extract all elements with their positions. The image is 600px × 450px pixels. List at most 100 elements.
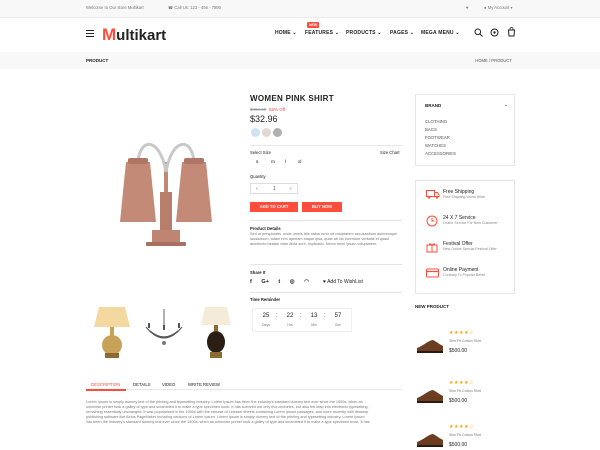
account-label: My Account: [487, 5, 510, 10]
account-menu[interactable]: ● My Account ▾: [484, 5, 513, 10]
size-m[interactable]: m: [271, 160, 275, 165]
share-label: Share It: [250, 270, 266, 275]
product-price: $500.00: [449, 398, 468, 404]
timer-seconds: 57: [334, 313, 342, 319]
breadcrumb: PRODUCT HOME / PRODUCT: [0, 52, 600, 69]
services-box: Free Shipping Free Shipping World Wide 2…: [415, 180, 515, 294]
wishlist-link[interactable]: ♥ Add To WishList: [323, 279, 363, 285]
chevron-down-icon: ⌄: [377, 30, 382, 36]
divider: [250, 264, 402, 265]
new-product-item[interactable]: ★★★★☆ Slim Fit Cotton Shirt $500.00: [415, 330, 515, 370]
service-festival-offer: Festival Offer New Online Special Festiv…: [426, 241, 512, 261]
service-24x7: 24 X 7 Service Online Service For New Cu…: [426, 215, 512, 235]
nav-products[interactable]: PRODUCTS ⌄: [346, 30, 382, 36]
heart-icon[interactable]: ♥: [466, 5, 469, 10]
buy-now-button[interactable]: BUY NOW: [302, 202, 342, 212]
size-chart-link[interactable]: Size Chart: [380, 150, 400, 155]
nav-home[interactable]: HOME ⌄: [275, 30, 297, 36]
timer-colon: :: [276, 313, 278, 319]
user-icon: ●: [484, 5, 487, 10]
new-product-item[interactable]: ★★★★☆ Slim Fit Cotton Shirt $500.00: [415, 424, 515, 450]
service-online-payment: Online Payment Contrary To Popular Belie…: [426, 267, 512, 287]
phone-text: ☎ Call Us: 123 - 456 - 7890: [168, 5, 221, 10]
active-tab-indicator: [86, 389, 126, 391]
description-text: Lorem Ipsum is simply dummy text of the …: [86, 400, 402, 425]
brand-item-clothing[interactable]: CLOTHING: [425, 119, 447, 124]
tab-write-review[interactable]: WRITE REVIEW: [188, 382, 220, 387]
minus-icon[interactable]: ‹: [256, 186, 258, 192]
description-line: has been the industry's standard dummy t…: [86, 420, 370, 424]
brand-item-bags[interactable]: BAGS: [425, 127, 437, 132]
size-s[interactable]: s: [256, 160, 258, 165]
service-subtitle: Online Service For New Customer: [443, 221, 498, 225]
product-price: $32.96: [250, 114, 278, 124]
top-bar: Welcome to Our store Multikart ☎ Call Us…: [0, 0, 600, 18]
welcome-text: Welcome to Our store Multikart: [86, 5, 144, 10]
logo-mark: M: [102, 25, 117, 44]
tab-description[interactable]: DESCRIPTION: [91, 382, 120, 387]
brand-filter: BRAND ⌄ CLOTHING BAGS FOOTWEAR WATCHES A…: [415, 94, 515, 166]
google-plus-icon[interactable]: G+: [261, 279, 269, 285]
thumbnail-golden-lamp[interactable]: [86, 297, 138, 367]
truck-icon: [426, 190, 440, 199]
brand-title: BRAND: [425, 103, 442, 108]
gear-icon[interactable]: [490, 28, 499, 37]
plus-icon[interactable]: ›: [290, 186, 292, 192]
product-name: Slim Fit Cotton Shirt: [449, 339, 481, 343]
share-icons: f G+ t ◎ ◠: [250, 279, 309, 285]
tab-video[interactable]: VIDEO: [162, 382, 175, 387]
rss-icon[interactable]: ◠: [304, 279, 309, 285]
service-free-shipping: Free Shipping Free Shipping World Wide: [426, 189, 512, 209]
brand-item-footwear[interactable]: FOOTWEAR: [425, 135, 450, 140]
timer-hours-unit: Hrs: [287, 323, 293, 327]
logo[interactable]: Multikart: [102, 25, 166, 45]
new-product-title: NEW PRODUCT: [415, 304, 449, 309]
size-xl[interactable]: xl: [298, 160, 301, 165]
menu-icon[interactable]: [86, 30, 94, 39]
add-to-cart-button[interactable]: ADD TO CART: [250, 202, 298, 212]
breadcrumb-path[interactable]: HOME / PRODUCT: [475, 58, 512, 63]
service-subtitle: Free Shipping World Wide: [443, 195, 485, 199]
nav-pages[interactable]: PAGES ⌄: [390, 30, 414, 36]
chevron-down-icon: ⌄: [409, 30, 415, 36]
chevron-down-icon[interactable]: ⌄: [504, 102, 508, 108]
timer-minutes: 13: [310, 313, 318, 319]
page-title: PRODUCT: [86, 58, 109, 63]
color-swatch-grey[interactable]: [273, 128, 282, 137]
phone-label: Call Us: 123 - 456 - 7890: [174, 5, 221, 10]
product-price: $500.00: [449, 442, 468, 448]
heart-icon: ♥: [323, 279, 326, 285]
logo-text: ultikart: [116, 27, 167, 44]
shoe-image: [417, 390, 443, 403]
instagram-icon[interactable]: ◎: [290, 279, 295, 285]
thumbnail-chandelier[interactable]: [138, 297, 190, 367]
twitter-icon[interactable]: t: [278, 279, 280, 285]
facebook-icon[interactable]: f: [250, 279, 252, 285]
brand-item-accessories[interactable]: ACCESSORIES: [425, 151, 456, 156]
search-icon[interactable]: [474, 28, 483, 37]
phone-icon: ☎: [168, 5, 174, 10]
wishlist-label: Add To WishList: [327, 279, 363, 285]
tab-details[interactable]: DETAILS: [133, 382, 151, 387]
product-main-image: [90, 92, 242, 294]
size-l[interactable]: l: [285, 160, 286, 165]
nav-mega-menu[interactable]: MEGA MENU ⌄: [421, 30, 460, 36]
service-subtitle: Contrary To Popular Belief.: [443, 273, 486, 277]
brand-item-watches[interactable]: WATCHES: [425, 143, 446, 148]
product-tabs: DESCRIPTION DETAILS VIDEO WRITE REVIEW: [86, 378, 402, 390]
old-price: $459.00: [250, 107, 267, 112]
new-product-item[interactable]: ★★★★☆ Slim Fit Cotton Shirt $500.00: [415, 380, 515, 420]
color-swatch-blue[interactable]: [251, 128, 260, 137]
shoe-image: [417, 434, 443, 447]
cart-icon[interactable]: [507, 27, 516, 37]
nav-pages-label: PAGES: [390, 30, 409, 36]
nav-home-label: HOME: [275, 30, 291, 36]
thumbnail-black-lamp[interactable]: [190, 297, 242, 367]
color-swatch-beige[interactable]: [262, 128, 271, 137]
chevron-down-icon: ▾: [510, 5, 513, 10]
payment-card-icon: [426, 268, 439, 278]
quantity-input[interactable]: 1: [273, 186, 276, 192]
nav-features[interactable]: FEATURES ⌄: [305, 30, 339, 36]
details-text: Sed ut perspiciatis, unde omnis iste nat…: [250, 232, 398, 246]
chevron-down-icon: ⌄: [455, 30, 460, 36]
